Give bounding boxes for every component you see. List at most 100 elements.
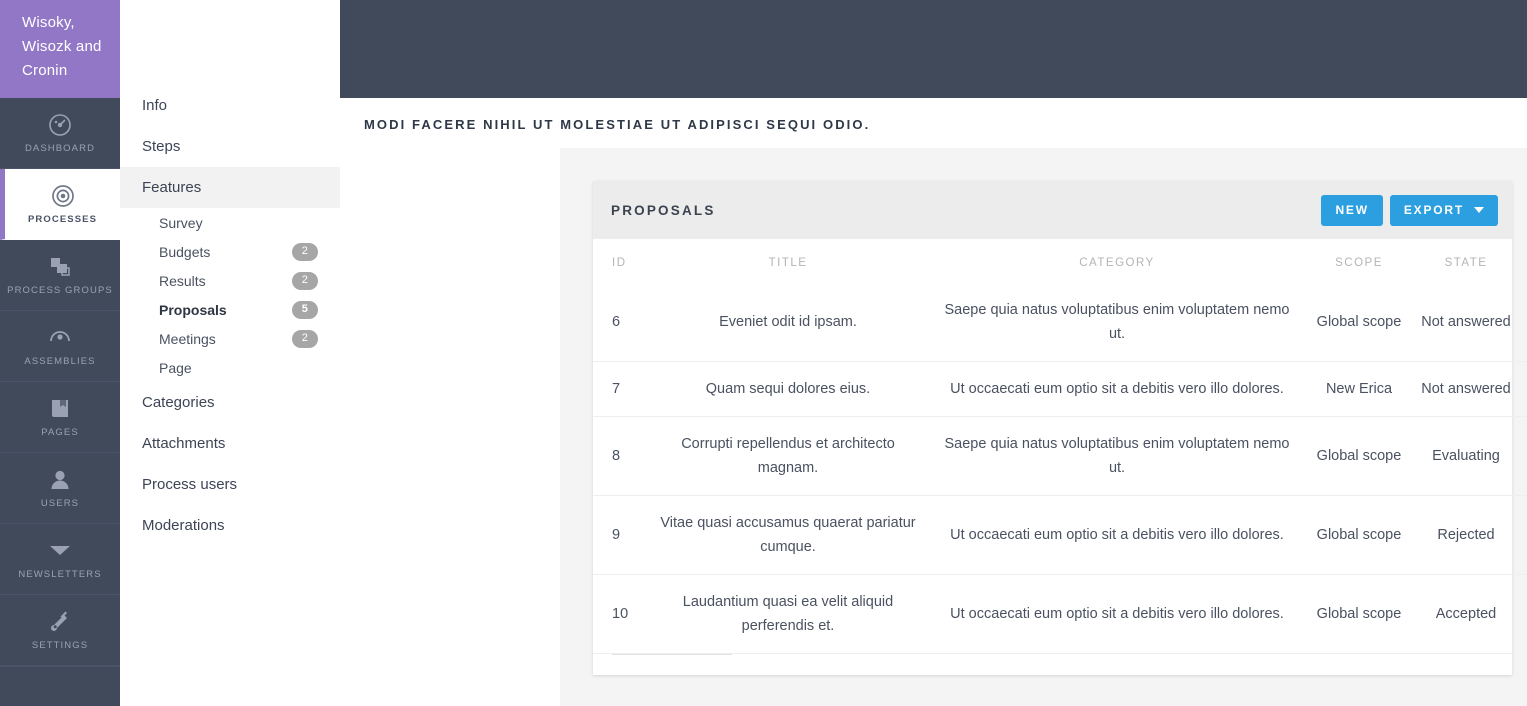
secondary-label-meetings: Meetings [159,331,216,347]
table-head: ID Title Category Scope State Votes Acti… [593,239,1527,283]
top-bar [340,0,1527,98]
cell-id: 7 [593,362,649,417]
status-badge: Rejected [1411,496,1521,575]
column-header-scope[interactable]: Scope [1307,239,1411,283]
column-header-votes[interactable]: Votes [1521,239,1527,283]
secondary-label-features: Features [142,179,201,196]
secondary-item-moderations[interactable]: Moderations [120,505,340,546]
secondary-label-categories: Categories [142,394,215,411]
card-header: Proposals New Export [593,181,1512,239]
secondary-label-results: Results [159,273,206,289]
brand-logo[interactable]: Wisoky, Wisozk and Cronin [0,0,120,98]
badge-proposals: 5 [292,301,318,319]
cell-scope: Global scope [1307,496,1411,575]
status-badge: Not answered [1411,283,1521,362]
squares-icon [47,254,73,280]
primary-sidebar: Wisoky, Wisozk and Cronin Dashboard Proc… [0,0,120,706]
sidebar-item-process-groups[interactable]: Process groups [0,240,120,311]
secondary-label-survey: Survey [159,215,203,231]
secondary-label-budgets: Budgets [159,244,210,260]
secondary-item-features[interactable]: Features [120,167,340,208]
sidebar-label-assemblies: Assemblies [24,356,95,367]
sidebar-item-processes[interactable]: Processes [0,169,120,240]
column-header-title[interactable]: Title [649,239,927,283]
secondary-label-process-users: Process users [142,476,237,493]
cell-scope: Global scope [1307,417,1411,496]
cell-category: Saepe quia natus voluptatibus enim volup… [927,417,1307,496]
table-row[interactable]: 8 Corrupti repellendus et architecto mag… [593,417,1527,496]
dashboard-icon [47,112,73,138]
table-row[interactable]: 10 Laudantium quasi ea velit aliquid per… [593,575,1527,654]
user-icon [47,467,73,493]
cell-title: Vitae quasi accusamus quaerat pariatur c… [649,496,927,575]
sidebar-filler [0,666,120,706]
secondary-subitem-meetings[interactable]: Meetings 2 [120,324,340,353]
secondary-subitem-results[interactable]: Results 2 [120,266,340,295]
sidebar-label-settings: Settings [32,640,88,651]
secondary-subitem-page[interactable]: Page [120,353,340,382]
column-header-state[interactable]: State [1411,239,1521,283]
secondary-item-categories[interactable]: Categories [120,382,340,423]
secondary-subitem-budgets[interactable]: Budgets 2 [120,237,340,266]
secondary-item-steps[interactable]: Steps [120,126,340,167]
export-button[interactable]: Export [1390,195,1498,226]
export-button-label: Export [1404,203,1464,217]
cell-category: Ut occaecati eum optio sit a debitis ver… [927,575,1307,654]
cell-title: Corrupti repellendus et architecto magna… [649,417,927,496]
sidebar-label-process-groups: Process groups [7,285,113,296]
sidebar-item-users[interactable]: Users [0,453,120,524]
badge-budgets: 2 [292,243,318,261]
cell-id: 6 [593,283,649,362]
table-row[interactable]: 7 Quam sequi dolores eius. Ut occaecati … [593,362,1527,417]
card-action-buttons: New Export [1321,195,1498,226]
badge-results: 2 [292,272,318,290]
sidebar-item-newsletters[interactable]: Newsletters [0,524,120,595]
secondary-subitem-proposals[interactable]: Proposals 5 [120,295,340,324]
cell-votes: 2 [1521,417,1527,496]
table-header-row: ID Title Category Scope State Votes Acti… [593,239,1527,283]
target-icon [50,183,76,209]
sidebar-item-dashboard[interactable]: Dashboard [0,98,120,169]
proposals-table: ID Title Category Scope State Votes Acti… [593,239,1527,653]
secondary-item-info[interactable]: Info [120,85,340,126]
main-region: Modi facere nihil ut molestiae ut adipis… [340,0,1527,706]
cell-category: Ut occaecati eum optio sit a debitis ver… [927,496,1307,575]
sidebar-item-settings[interactable]: Settings [0,595,120,666]
cell-id: 9 [593,496,649,575]
column-header-category[interactable]: Category [927,239,1307,283]
proposals-card: Proposals New Export [593,181,1512,675]
chevron-down-icon [1474,207,1484,213]
secondary-subitem-survey[interactable]: Survey [120,208,340,237]
column-header-id[interactable]: ID [593,239,649,283]
footer-divider [612,654,732,655]
secondary-label-moderations: Moderations [142,517,225,534]
table-row[interactable]: 6 Eveniet odit id ipsam. Saepe quia natu… [593,283,1527,362]
secondary-item-process-users[interactable]: Process users [120,464,340,505]
cell-scope: Global scope [1307,283,1411,362]
cell-title: Laudantium quasi ea velit aliquid perfer… [649,575,927,654]
sidebar-item-assemblies[interactable]: Assemblies [0,311,120,382]
cell-category: Saepe quia natus voluptatibus enim volup… [927,283,1307,362]
admin-app: Wisoky, Wisozk and Cronin Dashboard Proc… [0,0,1527,706]
secondary-label-steps: Steps [142,138,180,155]
book-icon [47,396,73,422]
sidebar-item-pages[interactable]: Pages [0,382,120,453]
cell-votes: 1 [1521,575,1527,654]
status-badge: Evaluating [1411,417,1521,496]
secondary-sidebar: Info Steps Features Survey Budgets 2 Res… [120,0,340,706]
table-row[interactable]: 9 Vitae quasi accusamus quaerat pariatur… [593,496,1527,575]
cell-votes: 0 [1521,283,1527,362]
cell-id: 10 [593,575,649,654]
table-body: 6 Eveniet odit id ipsam. Saepe quia natu… [593,283,1527,653]
content-area: Proposals New Export [560,148,1527,706]
secondary-item-attachments[interactable]: Attachments [120,423,340,464]
status-badge: Not answered [1411,362,1521,417]
sidebar-label-dashboard: Dashboard [25,143,95,154]
sidebar-label-newsletters: Newsletters [18,569,101,580]
new-button[interactable]: New [1321,195,1382,226]
wrench-icon [47,609,73,635]
sidebar-label-processes: Processes [28,214,97,225]
table-footer [593,653,1512,691]
cell-title: Quam sequi dolores eius. [649,362,927,417]
sidebar-label-users: Users [41,498,79,509]
